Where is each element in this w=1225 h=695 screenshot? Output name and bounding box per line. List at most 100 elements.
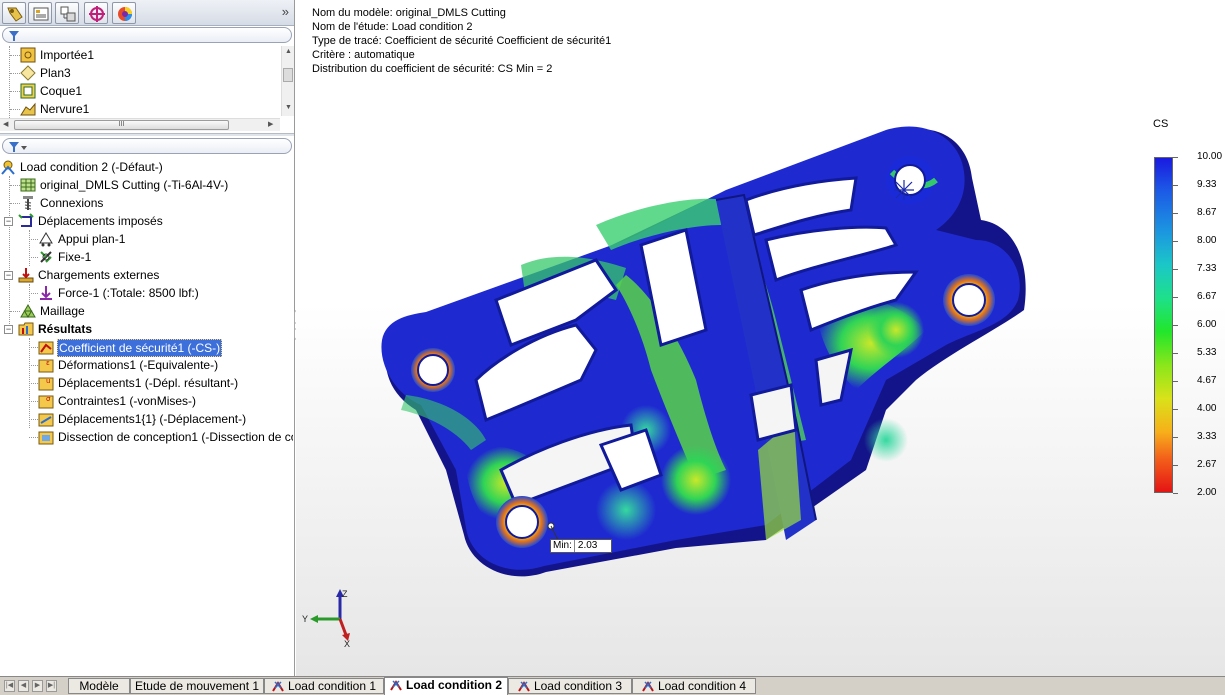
legend-tick-mark xyxy=(1173,185,1178,186)
study-tree-filter[interactable] xyxy=(2,138,292,154)
expand-panel-icon[interactable]: » xyxy=(282,4,289,19)
solidworks-window: » Importée1 Plan3 Coque1 Nervure1 ▲ ▼ ◀ … xyxy=(0,0,1225,695)
fos-contour-part[interactable] xyxy=(296,0,1225,676)
legend-tick-mark xyxy=(1173,297,1178,298)
strain-plot-icon: ε xyxy=(38,359,54,373)
feature-manager-icon xyxy=(7,7,23,22)
feature-tree-horizontal-scrollbar[interactable]: ◀ III ▶ xyxy=(0,118,280,131)
simulation-study-icon xyxy=(518,681,530,692)
horizontal-scroll-thumb[interactable]: III xyxy=(14,120,229,130)
tree-item-label: Appui plan-1 xyxy=(58,232,126,246)
stress-plot-icon: σ xyxy=(38,395,54,409)
configuration-manager-tab[interactable] xyxy=(55,2,79,24)
tree-item-label: Force-1 (:Totale: 8500 lbf:) xyxy=(58,286,199,300)
connections-icon xyxy=(23,196,33,210)
results-folder-icon xyxy=(18,322,34,336)
panel-splitter[interactable] xyxy=(0,133,294,136)
legend-tick-label: 4.67 xyxy=(1197,375,1217,386)
bottom-tab-bar: |◀ ◀ ▶ ▶| Modèle Etude de mouvement 1 Load… xyxy=(0,676,1225,695)
tree-item-label: Déplacements1{1} (-Déplacement-) xyxy=(58,412,247,426)
study-tab[interactable]: Load condition 3 xyxy=(508,678,632,694)
external-loads-icon xyxy=(18,268,34,283)
simulation-study-icon xyxy=(642,681,654,692)
tree-item-label: Nervure1 xyxy=(40,102,90,116)
study-tab[interactable]: Load condition 2 xyxy=(384,677,508,695)
legend-tick-label: 6.67 xyxy=(1197,291,1217,302)
legend-tick-label: 8.67 xyxy=(1197,207,1217,218)
study-tab[interactable]: Load condition 1 xyxy=(264,678,384,694)
min-label-text: Min: xyxy=(553,540,572,551)
svg-text:u: u xyxy=(46,377,50,385)
tree-item-label: Contraintes1 (-vonMises-) xyxy=(58,394,197,408)
study-tab-label: Etude de mouvement 1 xyxy=(134,679,260,693)
triad-x-label: X xyxy=(344,639,350,649)
legend-tick-label: 6.00 xyxy=(1197,319,1217,330)
tree-item-label: Déplacements1 (-Dépl. résultant-) xyxy=(58,376,239,390)
min-value-text: 2.03 xyxy=(573,540,609,552)
first-tab-icon[interactable]: |◀ xyxy=(4,680,15,692)
legend-tick-mark xyxy=(1173,353,1178,354)
reference-triad: Z Y X xyxy=(302,589,350,649)
roller-fixture-icon xyxy=(39,232,53,247)
legend-tick-label: 7.33 xyxy=(1197,263,1217,274)
collapse-toggle-icon[interactable]: − xyxy=(4,217,13,226)
displacement-plot-icon: u xyxy=(38,377,54,391)
design-insight-plot-icon xyxy=(38,431,54,445)
legend-tick-mark xyxy=(1173,437,1178,438)
scroll-up-icon[interactable]: ▲ xyxy=(285,48,292,55)
legend-tick-mark xyxy=(1173,269,1178,270)
scroll-down-icon[interactable]: ▼ xyxy=(285,104,292,111)
filter-icon xyxy=(9,31,19,41)
legend-tick-label: 5.33 xyxy=(1197,347,1217,358)
tree-item-label: original_DMLS Cutting (-Ti-6Al-4V-) xyxy=(40,178,229,192)
collapse-toggle-icon[interactable]: − xyxy=(4,271,13,280)
display-manager-tab[interactable] xyxy=(112,2,136,24)
study-tab[interactable]: Load condition 4 xyxy=(632,678,756,694)
prev-tab-icon[interactable]: ◀ xyxy=(18,680,29,692)
legend-tick-label: 2.00 xyxy=(1197,487,1217,498)
study-tab[interactable]: Modèle xyxy=(68,678,130,694)
tree-item-label: Dissection de conception1 (-Dissection d… xyxy=(58,430,293,444)
last-tab-icon[interactable]: ▶| xyxy=(46,680,57,692)
plane-icon xyxy=(20,65,36,81)
property-manager-tab[interactable] xyxy=(28,2,52,24)
svg-text:ε: ε xyxy=(46,359,50,367)
study-tab-label: Modèle xyxy=(79,679,119,693)
tree-item-label: Plan3 xyxy=(40,66,71,80)
next-tab-icon[interactable]: ▶ xyxy=(32,680,43,692)
scroll-right-icon[interactable]: ▶ xyxy=(268,120,273,128)
tree-item-label: Chargements externes xyxy=(38,268,160,282)
legend-tick-label: 10.00 xyxy=(1197,151,1223,162)
imported-part-icon xyxy=(20,47,36,63)
collapse-toggle-icon[interactable]: − xyxy=(4,325,13,334)
dimxpert-tab[interactable] xyxy=(84,2,108,24)
graphics-viewport[interactable]: Nom du modèle: original_DMLS Cutting Nom… xyxy=(296,0,1225,676)
legend-tick-mark xyxy=(1173,493,1178,494)
rib-feature-icon xyxy=(20,102,36,116)
study-icon xyxy=(1,160,15,175)
tree-item-label: Fixe-1 xyxy=(58,250,92,264)
filter-icon xyxy=(9,142,27,152)
legend-colorbar[interactable] xyxy=(1154,157,1173,493)
scroll-left-icon[interactable]: ◀ xyxy=(3,120,8,128)
feature-tree-vertical-scrollbar[interactable]: ▲ ▼ xyxy=(281,46,294,116)
legend-tick-mark xyxy=(1173,465,1178,466)
legend-tick-label: 9.33 xyxy=(1197,179,1217,190)
simulation-study-icon xyxy=(272,681,284,692)
vertical-scroll-thumb[interactable] xyxy=(283,68,293,82)
simulation-study-tree: Load condition 2 (-Défaut-) original_DML… xyxy=(0,158,293,458)
feature-tree-filter[interactable] xyxy=(2,27,292,43)
force-icon xyxy=(40,286,52,300)
study-tab-label: Load condition 4 xyxy=(657,679,747,693)
legend-tick-label: 4.00 xyxy=(1197,403,1217,414)
force-symbol-icon xyxy=(894,180,914,200)
study-tab[interactable]: Etude de mouvement 1 xyxy=(130,678,264,694)
tree-item-label: Coque1 xyxy=(40,84,83,98)
mesh-icon xyxy=(20,304,36,318)
tree-item-label: Déformations1 (-Equivalente-) xyxy=(58,358,219,372)
displacement-plot-icon xyxy=(38,413,54,427)
feature-manager-tab[interactable] xyxy=(2,2,26,24)
min-value-label: Min: 2.03 xyxy=(550,539,613,553)
tree-item-label: Déplacements imposés xyxy=(38,214,163,228)
tree-item-label: Coefficient de sécurité1 (-CS-) xyxy=(57,339,223,357)
